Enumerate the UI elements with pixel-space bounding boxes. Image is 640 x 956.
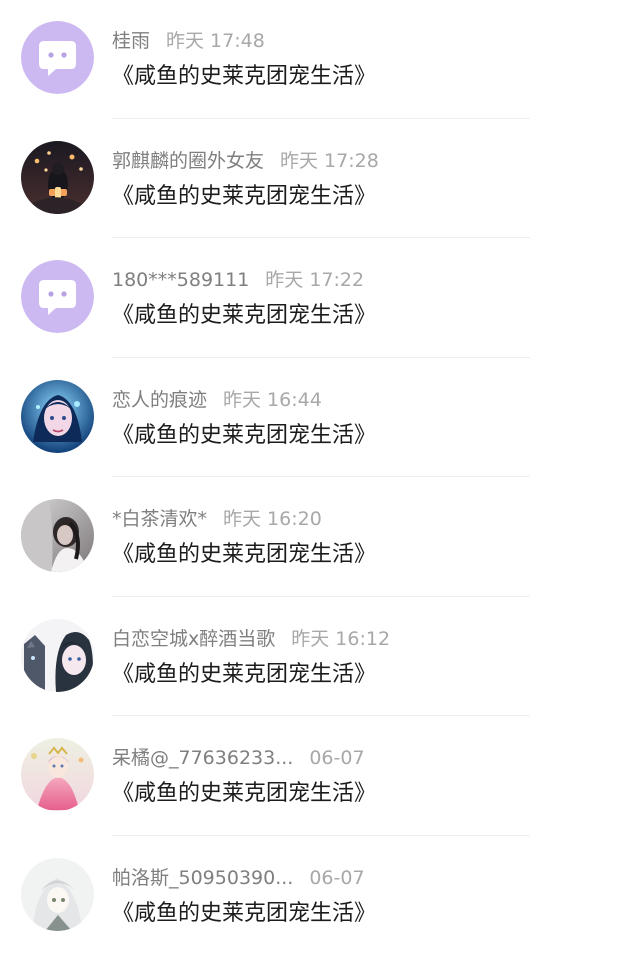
comment-text: 《咸鱼的史莱克团宠生活》 (112, 420, 376, 452)
divider (112, 835, 530, 836)
default-chat-avatar-icon[interactable] (21, 260, 94, 333)
list-item[interactable]: 郭麒麟的圈外女友昨天 17:28 《咸鱼的史莱克团宠生活》 (0, 120, 640, 240)
divider (112, 476, 530, 477)
comment-time: 06-07 (309, 867, 364, 889)
photo-avatar-girl-icon[interactable] (21, 499, 94, 572)
comment-time: 昨天 16:20 (223, 508, 322, 530)
comment-text: 《咸鱼的史莱克团宠生活》 (112, 539, 376, 571)
user-name[interactable]: 白恋空城x醉酒当歌 (112, 628, 275, 650)
comment-meta: 恋人的痕迹昨天 16:44 (112, 387, 322, 413)
comment-meta: 白恋空城x醉酒当歌昨天 16:12 (112, 626, 390, 652)
list-item[interactable]: 桂雨昨天 17:48 《咸鱼的史莱克团宠生活》 (0, 0, 640, 120)
comment-meta: *白茶清欢* 昨天 16:20 (112, 506, 322, 532)
comment-text: 《咸鱼的史莱克团宠生活》 (112, 659, 376, 691)
user-name[interactable]: *白茶清欢* (112, 508, 207, 530)
comment-time: 昨天 17:28 (280, 150, 379, 172)
list-item[interactable]: 白恋空城x醉酒当歌昨天 16:12 《咸鱼的史莱克团宠生活》 (0, 598, 640, 718)
comment-time: 昨天 17:48 (166, 30, 265, 52)
comment-text: 《咸鱼的史莱克团宠生活》 (112, 181, 376, 213)
divider (112, 357, 530, 358)
comment-time: 昨天 16:44 (223, 389, 322, 411)
divider (112, 118, 530, 119)
list-item[interactable]: 呆橘@_77636233... 06-07 《咸鱼的史莱克团宠生活》 (0, 717, 640, 837)
comment-meta: 180***589111 昨天 17:22 (112, 267, 364, 293)
list-item[interactable]: 180***589111 昨天 17:22 《咸鱼的史莱克团宠生活》 (0, 239, 640, 359)
user-name[interactable]: 呆橘@_77636233... (112, 747, 293, 769)
comment-text: 《咸鱼的史莱克团宠生活》 (112, 898, 376, 930)
default-chat-avatar-icon[interactable] (21, 21, 94, 94)
comment-meta: 呆橘@_77636233... 06-07 (112, 745, 365, 771)
photo-avatar-lanterns-icon[interactable] (21, 141, 94, 214)
user-name[interactable]: 180***589111 (112, 269, 249, 291)
anime-avatar-princess-icon[interactable] (21, 738, 94, 811)
comment-list: 桂雨昨天 17:48 《咸鱼的史莱克团宠生活》 郭麒麟的圈外女友昨 (0, 0, 640, 945)
anime-avatar-blue-girl-icon[interactable] (21, 380, 94, 453)
comment-time: 昨天 17:22 (265, 269, 364, 291)
divider (112, 237, 530, 238)
comment-time: 昨天 16:12 (291, 628, 390, 650)
anime-avatar-girl-cat-icon[interactable] (21, 619, 94, 692)
anime-avatar-white-hair-icon[interactable] (21, 858, 94, 931)
comment-meta: 帕洛斯_50950390... 06-07 (112, 865, 365, 891)
user-name[interactable]: 桂雨 (112, 30, 150, 52)
comment-meta: 郭麒麟的圈外女友昨天 17:28 (112, 148, 379, 174)
comment-text: 《咸鱼的史莱克团宠生活》 (112, 778, 376, 810)
comment-time: 06-07 (309, 747, 364, 769)
comment-text: 《咸鱼的史莱克团宠生活》 (112, 61, 376, 93)
user-name[interactable]: 郭麒麟的圈外女友 (112, 150, 264, 172)
divider (112, 596, 530, 597)
list-item[interactable]: 恋人的痕迹昨天 16:44 《咸鱼的史莱克团宠生活》 (0, 359, 640, 479)
user-name[interactable]: 帕洛斯_50950390... (112, 867, 293, 889)
comment-text: 《咸鱼的史莱克团宠生活》 (112, 300, 376, 332)
user-name[interactable]: 恋人的痕迹 (112, 389, 207, 411)
list-item[interactable]: *白茶清欢* 昨天 16:20 《咸鱼的史莱克团宠生活》 (0, 478, 640, 598)
divider (112, 715, 530, 716)
comment-meta: 桂雨昨天 17:48 (112, 28, 265, 54)
list-item[interactable]: 帕洛斯_50950390... 06-07 《咸鱼的史莱克团宠生活》 (0, 837, 640, 956)
